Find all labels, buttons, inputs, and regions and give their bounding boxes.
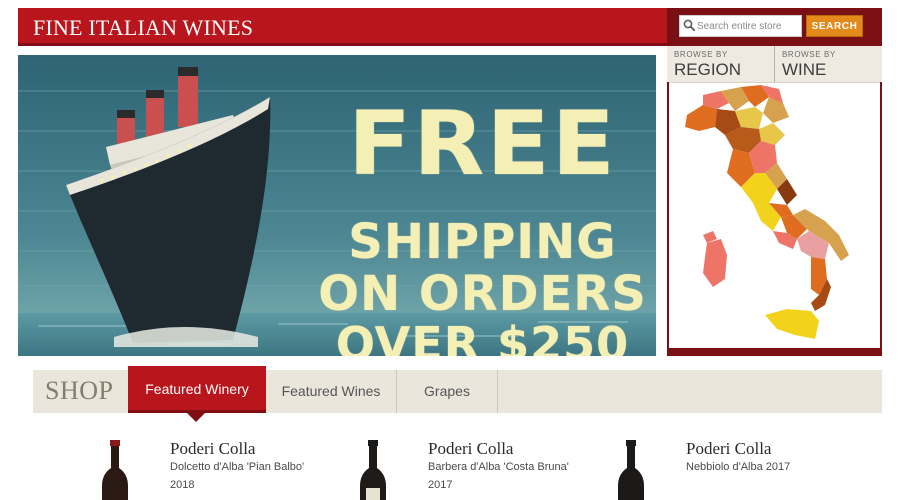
product-producer[interactable]: Poderi Colla [686, 439, 771, 459]
product-card[interactable]: Poderi Colla Dolcetto d'Alba 'Pian Balbo… [100, 436, 350, 500]
search-button[interactable]: SEARCH [806, 15, 863, 37]
product-wine-name: Dolcetto d'Alba 'Pian Balbo' [170, 461, 305, 473]
product-wine-name: Nebbiolo d'Alba 2017 [686, 461, 791, 473]
product-wine-name: Barbera d'Alba 'Costa Bruna' [428, 461, 569, 473]
tab-featured-wines[interactable]: Featured Wines [266, 370, 397, 413]
shop-navigation: SHOP Featured Winery Featured Wines Grap… [33, 366, 882, 413]
shop-heading: SHOP [45, 376, 114, 405]
active-tab-pointer [187, 413, 205, 422]
italy-map-icon [685, 85, 849, 339]
hero-text-free: FREE [348, 92, 617, 195]
product-card[interactable]: Poderi Colla Barbera d'Alba 'Costa Bruna… [358, 436, 608, 500]
product-producer[interactable]: Poderi Colla [170, 439, 255, 459]
wine-bottle-image [618, 440, 644, 500]
region-label: REGION [674, 60, 742, 79]
browse-tabs: BROWSE BY REGION BROWSE BY WINE [667, 46, 882, 82]
wine-bottle-image [360, 440, 386, 500]
product-producer[interactable]: Poderi Colla [428, 439, 513, 459]
wine-bottle-image [102, 440, 128, 500]
tab-featured-winery[interactable]: Featured Winery [128, 366, 266, 413]
wine-label: WINE [782, 60, 827, 79]
italy-region-map[interactable] [669, 82, 880, 348]
hero-text-shipping: SHIPPING [348, 214, 617, 270]
browse-by-label: BROWSE BY [782, 50, 836, 59]
free-shipping-banner[interactable]: FREE SHIPPING ON ORDERS OVER $250 [18, 55, 656, 356]
site-title[interactable]: FINE ITALIAN WINES [33, 15, 253, 41]
search-icon [683, 19, 696, 32]
product-vintage: 2018 [170, 479, 195, 491]
search-input[interactable] [679, 15, 802, 37]
browse-panel: SEARCH BROWSE BY REGION BROWSE BY WINE [667, 8, 882, 356]
product-card[interactable]: Poderi Colla Nebbiolo d'Alba 2017 [616, 436, 866, 500]
product-vintage: 2017 [428, 479, 453, 491]
browse-by-region-tab[interactable]: BROWSE BY REGION [667, 46, 775, 82]
browse-by-label: BROWSE BY [674, 50, 728, 59]
tab-grapes[interactable]: Grapes [397, 370, 498, 413]
hero-text-on-orders: ON ORDERS [318, 266, 647, 322]
hero-text-over-amount: OVER $250 [335, 317, 630, 356]
header-bar: FINE ITALIAN WINES [18, 8, 667, 46]
browse-by-wine-tab[interactable]: BROWSE BY WINE [775, 46, 882, 82]
